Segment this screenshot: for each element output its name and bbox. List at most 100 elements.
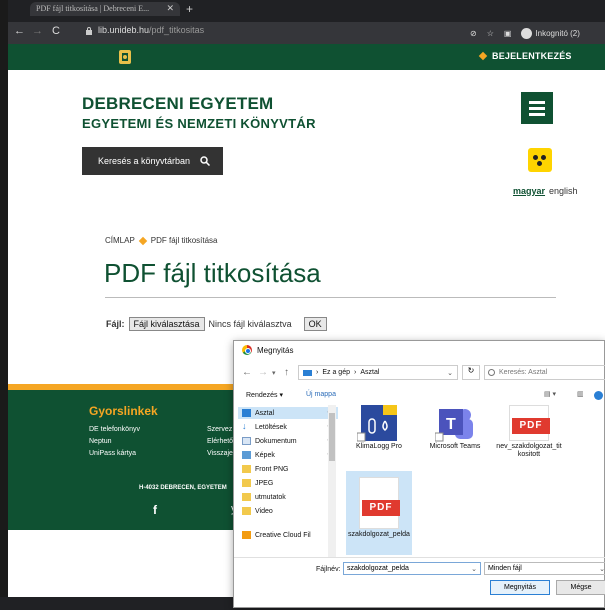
file-name: nev_szakdolgozat_titkositott	[496, 443, 562, 458]
university-title[interactable]: DEBRECENI EGYETEM	[82, 94, 273, 114]
quicklink[interactable]: Neptun	[89, 438, 112, 445]
library-title[interactable]: EGYETEMI ÉS NEMZETI KÖNYVTÁR	[82, 116, 316, 131]
url-path: /pdf_titkositas	[149, 25, 205, 35]
dialog-title: Megnyitás	[257, 345, 294, 355]
accessibility-icon[interactable]	[528, 148, 552, 172]
lang-magyar[interactable]: magyar	[513, 186, 545, 196]
file-type-value: Minden fájl	[488, 565, 522, 572]
dialog-sidebar: Asztal ✎ ↓ Letöltések ✎ Dokumentum ✎ Kép…	[238, 405, 340, 557]
sidebar-item-front-png[interactable]: Front PNG	[238, 463, 338, 475]
filename-input[interactable]: szakdolgozat_pelda ⌄	[343, 562, 481, 575]
dialog-up-icon[interactable]: ↑	[284, 367, 289, 378]
sidebar-item-utmutatok[interactable]: utmutatok	[238, 491, 338, 503]
menu-icon-bar	[529, 101, 545, 104]
dialog-back-icon[interactable]: ←	[242, 367, 252, 378]
dialog-navbar: ← → ▾ ↑ › Ez a gép › Asztal ⌄ ↻ Keresés:…	[234, 363, 605, 383]
quicklinks-title: Gyorslinkek	[89, 404, 158, 418]
footer-address: H-4032 DEBRECEN, EGYETEM	[139, 485, 227, 491]
path-separator-icon: ›	[353, 369, 357, 376]
star-icon[interactable]: ☆	[487, 29, 494, 38]
sidebar-item-label: Letöltések	[255, 423, 287, 431]
sidebar-item-dokumentumok[interactable]: Dokumentum ✎	[238, 435, 338, 447]
dialog-path-bar[interactable]: › Ez a gép › Asztal ⌄	[298, 365, 458, 380]
quicklink[interactable]: Szervez	[207, 426, 232, 433]
sidebar-item-label: Dokumentum	[255, 437, 297, 445]
svg-text:T: T	[446, 416, 456, 433]
creative-cloud-icon	[242, 531, 251, 539]
chevron-down-icon[interactable]: ⌄	[447, 369, 453, 377]
hamburger-menu-button[interactable]	[521, 92, 553, 124]
quicklink[interactable]: UniPass kártya	[89, 450, 136, 457]
sidebar-item-asztal[interactable]: Asztal ✎	[238, 407, 338, 419]
dialog-forward-icon[interactable]: →	[258, 367, 268, 378]
dialog-history-icon[interactable]: ▾	[272, 369, 276, 377]
browser-toolbar-right: ⊘ ☆ ▣ Inkognitó (2)	[470, 24, 580, 42]
sidebar-item-kepek[interactable]: Képek ✎	[238, 449, 338, 461]
preview-pane-icon[interactable]: ▥	[577, 390, 584, 398]
sidebar-item-label: JPEG	[255, 479, 274, 487]
sidebar-item-jpeg[interactable]: JPEG	[238, 477, 338, 489]
help-icon[interactable]	[594, 391, 603, 400]
path-root[interactable]: Ez a gép	[322, 369, 350, 376]
sidebar-item-label: Képek	[255, 451, 275, 459]
path-leaf[interactable]: Asztal	[360, 369, 379, 376]
diamond-icon	[478, 51, 488, 61]
sidebar-item-video[interactable]: Video	[238, 505, 338, 517]
incognito-badge[interactable]: Inkognitó (2)	[521, 27, 580, 39]
refresh-icon[interactable]: ↻	[462, 365, 480, 380]
browser-tab[interactable]: PDF fájl titkosítása | Debreceni E... ✕	[30, 2, 180, 16]
library-search-button[interactable]: Keresés a könyvtárban	[82, 147, 223, 175]
quicklink[interactable]: Visszaje	[207, 450, 233, 457]
breadcrumb-separator-icon	[138, 236, 148, 245]
quicklink[interactable]: Elérhető	[207, 438, 233, 445]
university-logo[interactable]	[117, 48, 133, 66]
facebook-icon[interactable]: f	[153, 503, 157, 517]
pictures-icon	[242, 451, 251, 459]
login-link[interactable]: BEJELENTKEZÉS	[478, 51, 572, 61]
new-folder-button[interactable]: Új mappa	[306, 391, 336, 398]
new-tab-icon[interactable]: +	[186, 2, 193, 16]
filename-label: Fájlnév:	[316, 566, 341, 573]
close-tab-icon[interactable]: ✕	[166, 3, 174, 14]
reload-icon[interactable]: C	[52, 25, 60, 37]
file-item-klimalogg[interactable]: KlimaLogg Pro	[346, 405, 412, 459]
sidebar-item-letoltesek[interactable]: ↓ Letöltések ✎	[238, 421, 338, 433]
chevron-down-icon[interactable]: ⌄	[599, 565, 605, 573]
path-separator-icon: ›	[316, 369, 319, 376]
file-item-nev-szakdolgozat[interactable]: PDF nev_szakdolgozat_titkositott	[496, 405, 562, 475]
organize-button[interactable]: Rendezés ▾	[246, 391, 283, 399]
quicklink[interactable]: DE telefonkönyv	[89, 426, 140, 433]
file-item-teams[interactable]: T Microsoft Teams	[422, 405, 488, 459]
chevron-down-icon[interactable]: ⌄	[471, 565, 477, 573]
sidebar-item-label: Video	[255, 507, 273, 515]
view-options-icon[interactable]: ▤ ▾	[544, 390, 556, 398]
sidebar-item-creative-cloud[interactable]: Creative Cloud Fil	[238, 529, 338, 541]
login-label: BEJELENTKEZÉS	[492, 51, 572, 61]
ok-button[interactable]: OK	[303, 317, 327, 331]
file-item-szakdolgozat-pelda[interactable]: PDF szakdolgozat_pelda	[346, 471, 412, 555]
pdf-badge: PDF	[362, 500, 400, 516]
computer-icon	[303, 369, 312, 376]
incognito-icon	[521, 27, 533, 39]
choose-file-button[interactable]: Fájl kiválasztása	[128, 317, 205, 331]
open-button[interactable]: Megnyitás	[490, 580, 550, 595]
dialog-search-input[interactable]: Keresés: Asztal	[484, 365, 605, 380]
scrollbar-thumb[interactable]	[329, 413, 335, 461]
title-divider	[105, 297, 556, 298]
sidebar-scrollbar[interactable]	[328, 405, 336, 557]
document-icon	[242, 437, 251, 445]
url-field[interactable]: lib.unideb.hu/pdf_titkositas	[80, 25, 480, 40]
incognito-label: Inkognitó (2)	[535, 28, 580, 38]
breadcrumb-home[interactable]: CÍMLAP	[105, 236, 135, 245]
eye-off-icon[interactable]: ⊘	[470, 29, 477, 38]
screen: PDF fájl titkosítása | Debreceni E... ✕ …	[0, 0, 605, 610]
forward-icon[interactable]: →	[32, 25, 43, 37]
sidepanel-icon[interactable]: ▣	[504, 29, 512, 38]
lang-english[interactable]: english	[549, 186, 578, 196]
breadcrumb: CÍMLAP PDF fájl titkosítása	[105, 236, 217, 245]
back-icon[interactable]: ←	[14, 25, 25, 37]
pdf-badge: PDF	[512, 418, 550, 434]
cancel-button[interactable]: Mégse	[556, 580, 605, 595]
dialog-toolbar: Rendezés ▾ Új mappa ▤ ▾ ▥	[234, 389, 605, 403]
file-type-select[interactable]: Minden fájl ⌄	[484, 562, 605, 575]
